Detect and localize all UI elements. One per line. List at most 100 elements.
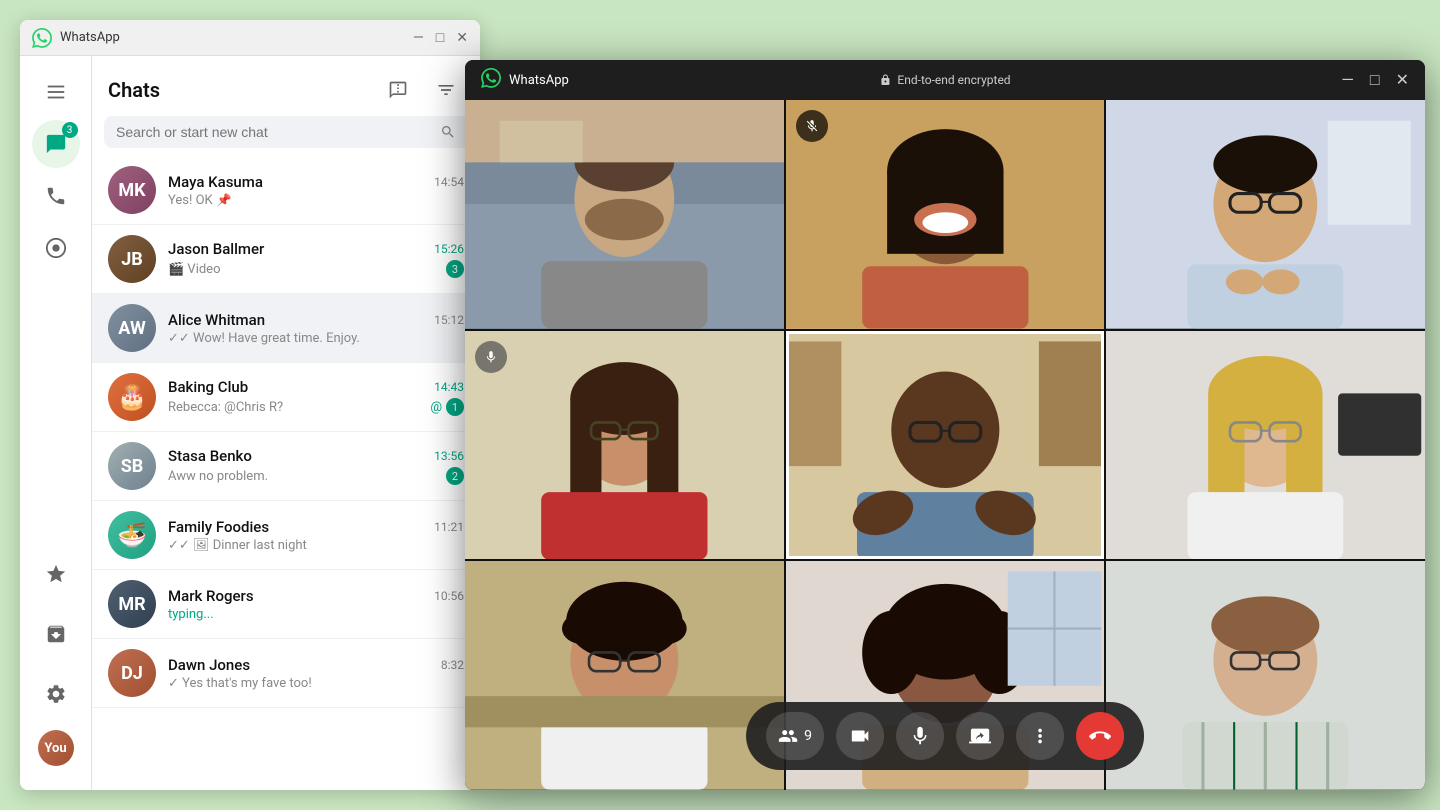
video-grid — [465, 100, 1425, 790]
chat-time-baking: 14:43 — [434, 380, 464, 394]
sidebar-item-calls[interactable] — [32, 172, 80, 220]
user-avatar[interactable]: You — [38, 730, 74, 766]
chat-preview-family: ✓✓ 🖼 Dinner last night — [168, 538, 464, 553]
chat-item-baking[interactable]: 🎂 Baking Club 14:43 Rebecca: @Chris R? @ — [92, 363, 480, 432]
video-cell-5 — [786, 331, 1105, 560]
chat-item-maya[interactable]: MK Maya Kasuma 14:54 Yes! OK 📌 — [92, 156, 480, 225]
video-window: WhatsApp End-to-end encrypted — □ ✕ — [465, 60, 1425, 790]
chat-item-stasa[interactable]: SB Stasa Benko 13:56 Aww no problem. 2 — [92, 432, 480, 501]
video-minimize-btn[interactable]: — — [1341, 70, 1354, 90]
video-window-controls: — □ ✕ — [1341, 70, 1409, 90]
chat-preview-maya: Yes! OK 📌 — [168, 193, 464, 208]
main-window-controls: — □ ✕ — [413, 29, 468, 46]
chat-time-mark: 10:56 — [434, 589, 464, 603]
avatar-family: 🍜 — [108, 511, 156, 559]
chat-name-maya: Maya Kasuma — [168, 173, 263, 191]
mic-toggle-button[interactable] — [896, 712, 944, 760]
video-cell-3 — [1106, 100, 1425, 329]
video-icon — [849, 725, 871, 747]
chat-info-alice: Alice Whitman 15:12 ✓✓ Wow! Have great t… — [168, 311, 464, 346]
main-title-bar: WhatsApp — □ ✕ — [20, 20, 480, 56]
chat-info-maya: Maya Kasuma 14:54 Yes! OK 📌 — [168, 173, 464, 208]
sidebar-item-status[interactable] — [32, 224, 80, 272]
sidebar: 3 You — [20, 56, 92, 790]
chat-name-family: Family Foodies — [168, 518, 269, 536]
video-maximize-btn[interactable]: □ — [1370, 70, 1380, 90]
filter-button[interactable] — [428, 72, 464, 108]
video-cell-9 — [1106, 561, 1425, 790]
mention-icon: @ — [430, 400, 442, 415]
video-encryption-label: End-to-end encrypted — [879, 73, 1010, 87]
whatsapp-logo — [32, 28, 52, 48]
avatar-mark: MR — [108, 580, 156, 628]
sidebar-bottom: You — [32, 550, 80, 778]
chat-info-jason: Jason Ballmer 15:26 🎬 Video 3 — [168, 240, 464, 278]
chat-item-family[interactable]: 🍜 Family Foodies 11:21 ✓✓ 🖼 Dinner last … — [92, 501, 480, 570]
chat-item-dawn[interactable]: DJ Dawn Jones 8:32 ✓ Yes that's my fave … — [92, 639, 480, 708]
mic-muted-2 — [796, 110, 828, 142]
more-options-button[interactable] — [1016, 712, 1064, 760]
avatar-dawn: DJ — [108, 649, 156, 697]
chat-time-family: 11:21 — [434, 520, 464, 534]
minimize-btn[interactable]: — — [413, 29, 424, 46]
avatar-baking: 🎂 — [108, 373, 156, 421]
video-toggle-button[interactable] — [836, 712, 884, 760]
chat-item-alice[interactable]: AW Alice Whitman 15:12 ✓✓ Wow! Have grea… — [92, 294, 480, 363]
chat-list: MK Maya Kasuma 14:54 Yes! OK 📌 — [92, 156, 480, 790]
chat-preview-baking: Rebecca: @Chris R? — [168, 400, 283, 415]
app-body: 3 You — [20, 56, 480, 790]
chat-name-stasa: Stasa Benko — [168, 447, 252, 465]
video-title-bar: WhatsApp End-to-end encrypted — □ ✕ — [465, 60, 1425, 100]
search-bar[interactable] — [104, 116, 468, 148]
participants-icon — [778, 726, 798, 746]
avatar-maya: MK — [108, 166, 156, 214]
end-call-button[interactable] — [1076, 712, 1124, 760]
unread-badge-baking: 1 — [446, 398, 464, 416]
video-whatsapp-logo — [481, 68, 501, 92]
video-cell-1 — [465, 100, 784, 329]
chat-item-mark[interactable]: MR Mark Rogers 10:56 typing... — [92, 570, 480, 639]
sidebar-item-chats[interactable]: 3 — [32, 120, 80, 168]
search-input[interactable] — [116, 124, 440, 140]
chat-header-actions — [380, 72, 464, 108]
video-close-btn[interactable]: ✕ — [1396, 70, 1409, 90]
chats-badge: 3 — [62, 122, 78, 138]
chat-time-jason: 15:26 — [434, 242, 464, 256]
end-call-icon — [1089, 725, 1111, 747]
unread-badge-jason: 3 — [446, 260, 464, 278]
unread-badge-stasa: 2 — [446, 467, 464, 485]
video-cell-6 — [1106, 331, 1425, 560]
chat-preview-mark: typing... — [168, 607, 464, 622]
chat-info-baking: Baking Club 14:43 Rebecca: @Chris R? @ 1 — [168, 378, 464, 416]
chat-name-baking: Baking Club — [168, 378, 248, 396]
sidebar-item-archived[interactable] — [32, 610, 80, 658]
chat-preview-dawn: ✓ Yes that's my fave too! — [168, 676, 464, 691]
pin-icon: 📌 — [217, 193, 232, 207]
mic-icon — [909, 725, 931, 747]
call-controls: 9 — [746, 702, 1144, 770]
chat-info-family: Family Foodies 11:21 ✓✓ 🖼 Dinner last ni… — [168, 518, 464, 553]
new-chat-button[interactable] — [380, 72, 416, 108]
chat-item-jason[interactable]: JB Jason Ballmer 15:26 🎬 Video 3 — [92, 225, 480, 294]
sidebar-item-starred[interactable] — [32, 550, 80, 598]
chat-preview-jason: 🎬 Video — [168, 262, 221, 277]
chat-name-jason: Jason Ballmer — [168, 240, 264, 258]
chat-preview-alice: ✓✓ Wow! Have great time. Enjoy. — [168, 331, 464, 346]
participants-button[interactable]: 9 — [766, 712, 824, 760]
chat-name-alice: Alice Whitman — [168, 311, 265, 329]
video-cell-7 — [465, 561, 784, 790]
main-title-text: WhatsApp — [60, 30, 413, 45]
video-cell-2 — [786, 100, 1105, 329]
avatar-jason: JB — [108, 235, 156, 283]
sidebar-item-menu[interactable] — [32, 68, 80, 116]
maximize-btn[interactable]: □ — [436, 29, 444, 46]
sidebar-item-settings[interactable] — [32, 670, 80, 718]
main-window: WhatsApp — □ ✕ 3 — [20, 20, 480, 790]
mic-active-4 — [475, 341, 507, 373]
video-cell-4 — [465, 331, 784, 560]
more-icon — [1029, 725, 1051, 747]
search-icon — [440, 124, 456, 140]
chat-preview-stasa: Aww no problem. — [168, 469, 268, 484]
screen-share-button[interactable] — [956, 712, 1004, 760]
close-btn[interactable]: ✕ — [456, 29, 468, 46]
